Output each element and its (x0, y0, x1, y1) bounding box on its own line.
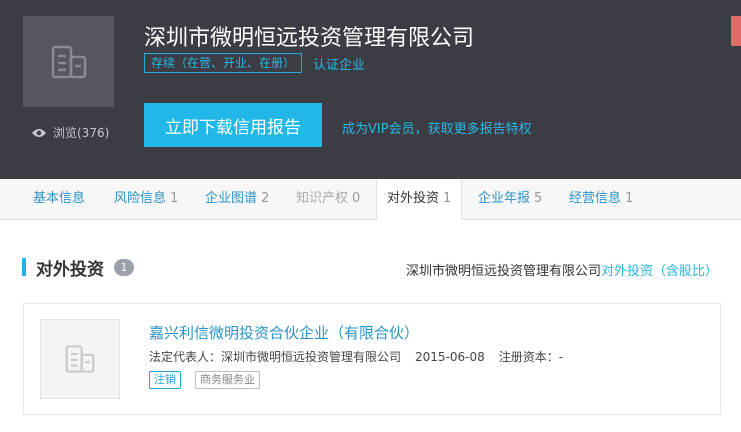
company-name: 深圳市微明恒远投资管理有限公司 (144, 26, 475, 51)
legal-rep-value: 深圳市微明恒远投资管理有限公司 (221, 350, 402, 364)
legal-rep-label: 法定代表人： (149, 350, 222, 364)
tab-bar: 基本信息 风险信息 1 企业图谱 2 知识产权 0 对外投资 1 企业年报 5 经营信息 1 (0, 179, 741, 220)
tab-business-info[interactable]: 经营信息 1 (569, 179, 633, 219)
section-count-badge: 1 (114, 259, 134, 276)
view-count: 浏览(376) (31, 124, 109, 141)
tab-count: 1 (443, 191, 452, 206)
tab-label: 风险信息 (114, 191, 167, 206)
registration-date: 2015-06-08 (415, 350, 485, 364)
investment-share-link[interactable]: 对外投资（含股比） (601, 264, 718, 279)
tab-count: 5 (534, 191, 543, 206)
tab-count: 1 (170, 191, 179, 206)
tab-annual-reports[interactable]: 企业年报 5 (478, 179, 542, 219)
section-link-group: 深圳市微明恒远投资管理有限公司对外投资（含股比） (406, 260, 718, 279)
tab-company-graph[interactable]: 企业图谱 2 (205, 179, 269, 219)
tab-count: 0 (352, 191, 361, 206)
investment-logo (40, 319, 120, 399)
view-count-text: 浏览(376) (53, 126, 110, 140)
tab-count: 1 (625, 191, 634, 206)
tab-risk-info[interactable]: 风险信息 1 (114, 179, 178, 219)
eye-icon (32, 128, 46, 137)
tab-label: 知识产权 (296, 191, 349, 206)
investments-panel: 对外投资 1 深圳市微明恒远投资管理有限公司对外投资（含股比） 嘉兴利信微明投资… (0, 220, 741, 432)
tab-count: 2 (261, 191, 270, 206)
tab-investments[interactable]: 对外投资 1 (376, 179, 463, 220)
status-badge: 存续（在营、开业、在册） (144, 53, 303, 73)
tab-ip[interactable]: 知识产权 0 (296, 179, 360, 219)
building-placeholder-icon (65, 345, 95, 373)
tab-basic-info[interactable]: 基本信息 (33, 179, 89, 219)
vip-link[interactable]: 成为VIP会员，获取更多报告特权 (342, 118, 532, 137)
side-tab[interactable] (731, 16, 741, 46)
company-logo (23, 16, 114, 107)
company-header: 浏览(376) 深圳市微明恒远投资管理有限公司 存续（在营、开业、在册） 认证企… (0, 0, 741, 179)
section-title: 对外投资 (36, 260, 104, 280)
status-tag: 注销 (149, 371, 181, 389)
investment-card[interactable]: 嘉兴利信微明投资合伙企业（有限合伙） 法定代表人：深圳市微明恒远投资管理有限公司… (23, 303, 721, 415)
capital-value: - (558, 350, 564, 364)
download-report-button[interactable]: 立即下载信用报告 (144, 103, 322, 147)
tab-label: 基本信息 (33, 191, 86, 206)
verified-link[interactable]: 认证企业 (313, 54, 365, 73)
tab-label: 对外投资 (387, 191, 440, 206)
capital-label: 注册资本： (498, 350, 559, 364)
building-placeholder-icon (51, 45, 86, 78)
tab-label: 企业年报 (478, 191, 531, 206)
tab-label: 企业图谱 (205, 191, 258, 206)
tab-label: 经营信息 (569, 191, 622, 206)
investment-meta: 法定代表人：深圳市微明恒远投资管理有限公司 2015-06-08 注册资本：- (149, 348, 563, 365)
industry-tag: 商务服务业 (195, 371, 260, 389)
section-accent-bar (22, 258, 26, 276)
investment-name-link[interactable]: 嘉兴利信微明投资合伙企业（有限合伙） (149, 322, 419, 343)
section-company-name: 深圳市微明恒远投资管理有限公司 (405, 264, 601, 279)
